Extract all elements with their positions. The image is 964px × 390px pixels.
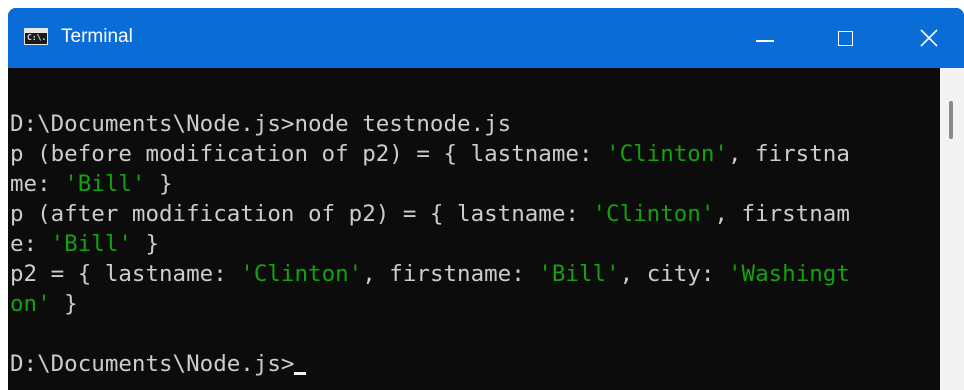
window-title: Terminal [61, 26, 133, 47]
console-text: p (after modification of p2) = { lastnam… [10, 201, 593, 227]
minimize-icon [756, 40, 774, 42]
console-line: p (before modification of p2) = { lastna… [10, 139, 850, 169]
console-text: p2 = { lastname: [10, 261, 241, 287]
console-line: me: 'Bill' } [10, 169, 173, 199]
close-button[interactable] [894, 8, 964, 68]
console-text: me: [10, 171, 65, 197]
console-text: } [50, 291, 78, 317]
string-literal: 'Clinton' [240, 261, 363, 287]
console-text: , firstname: [362, 261, 539, 287]
console-icon[interactable]: C:\. [24, 28, 48, 45]
string-literal: 'Clinton' [592, 201, 715, 227]
console-text: } [145, 171, 173, 197]
string-literal: 'Bill' [64, 171, 146, 197]
console-text: p (before modification of p2) = { lastna… [10, 141, 607, 167]
maximize-icon [837, 30, 853, 46]
scrollbar-thumb[interactable] [949, 101, 953, 139]
string-literal: 'Bill' [50, 231, 132, 257]
console-text: , firstna [727, 141, 850, 167]
vertical-scrollbar[interactable] [940, 68, 964, 390]
console-text: } [131, 231, 160, 257]
close-icon [920, 29, 938, 47]
terminal-window: C:\. Terminal D:\Documents\Node.js>node … [8, 8, 964, 390]
console-line: D:\Documents\Node.js> [10, 349, 307, 379]
console-text: D:\Documents\Node.js>node testnode.js [10, 111, 512, 137]
console-icon-label: C:\. [27, 33, 47, 42]
string-literal: 'Clinton' [606, 141, 728, 167]
minimize-button[interactable] [730, 8, 800, 68]
maximize-button[interactable] [810, 8, 880, 68]
console-line: p2 = { lastname: 'Clinton', firstname: '… [10, 259, 850, 289]
console-line: D:\Documents\Node.js>node testnode.js [10, 109, 511, 139]
string-literal: on' [10, 291, 51, 317]
string-literal: 'Bill' [538, 261, 620, 287]
title-bar[interactable]: C:\. Terminal [8, 8, 964, 68]
text-cursor [294, 372, 307, 375]
console-text: e: [10, 231, 51, 257]
console-output[interactable]: D:\Documents\Node.js>node testnode.js p (… [10, 68, 940, 390]
console-text: D:\Documents\Node.js> [10, 351, 295, 377]
console-line: on' } [10, 289, 78, 319]
console-line: e: 'Bill' } [10, 229, 159, 259]
console-text: , firstnam [714, 201, 850, 227]
console-text: , city: [619, 261, 728, 287]
string-literal: 'Washingt [727, 261, 850, 287]
console-line: p (after modification of p2) = { lastnam… [10, 199, 850, 229]
